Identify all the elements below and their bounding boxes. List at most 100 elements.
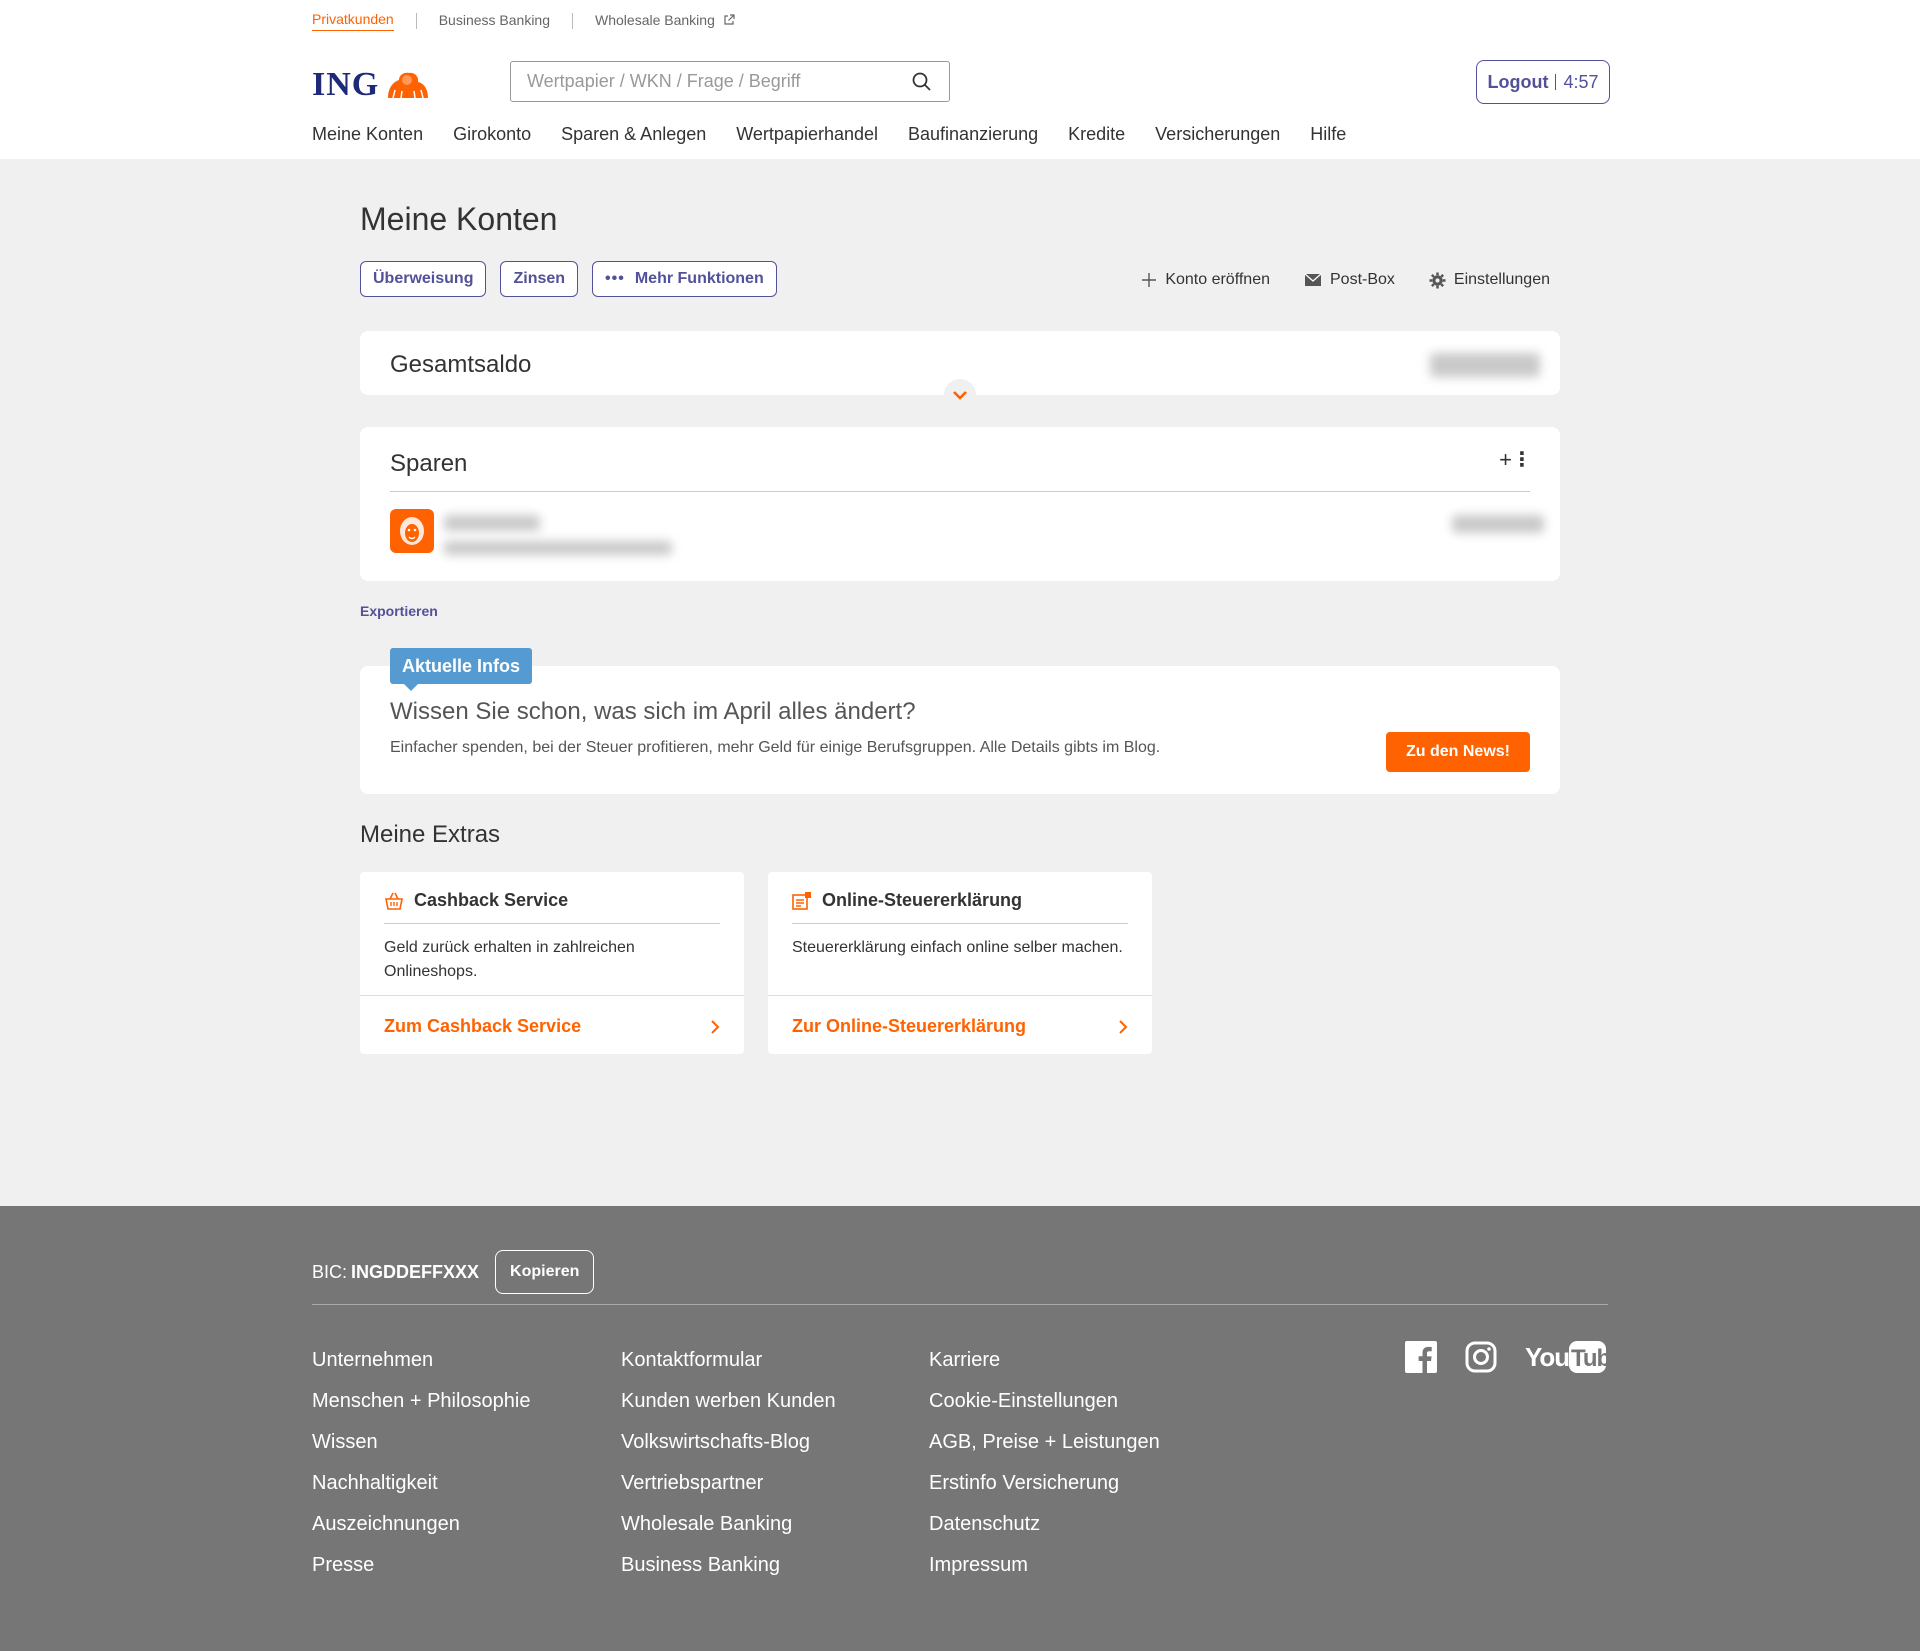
footer: BIC: INGDDEFFXXX Kopieren Unternehmen Me… [0, 1206, 1920, 1651]
postbox-label: Post-Box [1330, 271, 1395, 288]
search-box[interactable] [510, 61, 950, 102]
nav-versicherungen[interactable]: Versicherungen [1155, 124, 1280, 145]
expand-total-button[interactable] [944, 379, 976, 411]
footer-link-wissen[interactable]: Wissen [312, 1422, 530, 1463]
footer-link-datenschutz[interactable]: Datenschutz [929, 1504, 1160, 1545]
footer-link-erstinfo-versicherung[interactable]: Erstinfo Versicherung [929, 1463, 1160, 1504]
news-headline: Wissen Sie schon, was sich im April alle… [390, 698, 916, 725]
search-icon[interactable] [911, 71, 933, 93]
footer-link-presse[interactable]: Presse [312, 1545, 530, 1586]
search-input[interactable] [527, 71, 911, 92]
tax-document-icon [792, 891, 811, 910]
open-account-link[interactable]: Konto eröffnen [1141, 271, 1270, 289]
footer-link-karriere[interactable]: Karriere [929, 1340, 1160, 1381]
interest-button[interactable]: Zinsen [500, 261, 579, 297]
news-tag: Aktuelle Infos [390, 648, 533, 691]
footer-link-kontaktformular[interactable]: Kontaktformular [621, 1340, 836, 1381]
cashback-title-row: Cashback Service [384, 890, 568, 911]
transfer-button[interactable]: Überweisung [360, 261, 487, 297]
footer-column-1: Unternehmen Menschen + Philosophie Wisse… [312, 1340, 530, 1586]
cashback-card: Cashback Service Geld zurück erhalten in… [360, 872, 744, 1054]
youtube-icon[interactable]: You Tube [1525, 1340, 1607, 1374]
segment-separator [572, 13, 574, 29]
copy-bic-label: Kopieren [510, 1263, 580, 1280]
envelope-icon [1304, 273, 1322, 286]
interest-label: Zinsen [513, 270, 566, 287]
footer-link-auszeichnungen[interactable]: Auszeichnungen [312, 1504, 530, 1545]
cashback-title: Cashback Service [414, 890, 569, 910]
bic-value: INGDDEFFXXX [351, 1261, 480, 1282]
transfer-label: Überweisung [373, 270, 474, 287]
account-lion-icon [390, 509, 434, 553]
footer-link-business-banking[interactable]: Business Banking [621, 1545, 836, 1586]
total-balance-amount-hidden [1430, 353, 1540, 377]
chevron-right-icon [1119, 1019, 1128, 1034]
nav-baufinanzierung[interactable]: Baufinanzierung [908, 124, 1038, 145]
nav-hilfe[interactable]: Hilfe [1310, 124, 1346, 145]
more-dots-icon: ••• [605, 270, 625, 287]
more-functions-button[interactable]: ••• Mehr Funktionen [592, 261, 777, 297]
nav-meine-konten[interactable]: Meine Konten [312, 124, 423, 145]
extras-title: Meine Extras [360, 821, 501, 848]
footer-column-2: Kontaktformular Kunden werben Kunden Vol… [621, 1340, 836, 1586]
footer-link-cookie-einstellungen[interactable]: Cookie-Einstellungen [929, 1381, 1160, 1422]
tax-divider [792, 923, 1128, 924]
footer-link-menschen-philosophie[interactable]: Menschen + Philosophie [312, 1381, 530, 1422]
account-balance-hidden [1452, 515, 1544, 533]
add-savings-button[interactable]: + [1499, 447, 1512, 473]
facebook-icon[interactable] [1405, 1341, 1437, 1373]
segment-business-banking[interactable]: Business Banking [439, 12, 550, 31]
footer-link-unternehmen[interactable]: Unternehmen [312, 1340, 530, 1381]
tax-footer-divider [768, 995, 1152, 996]
settings-link[interactable]: Einstellungen [1429, 271, 1550, 289]
tax-title-row: Online-Steuererklärung [792, 890, 1022, 911]
news-button[interactable]: Zu den News! [1385, 732, 1530, 772]
cashback-footer-divider [360, 995, 744, 996]
nav-girokonto[interactable]: Girokonto [453, 124, 531, 145]
cashback-description: Geld zurück erhalten in zahlreichen Onli… [384, 939, 635, 980]
postbox-link[interactable]: Post-Box [1304, 271, 1395, 289]
logout-button[interactable]: Logout 4:57 [1476, 60, 1610, 104]
export-link[interactable]: Exportieren [360, 603, 438, 619]
savings-menu-icon[interactable]: ⋮ [1512, 447, 1532, 472]
nav-kredite[interactable]: Kredite [1068, 124, 1125, 145]
plus-icon [1142, 273, 1157, 287]
segment-wholesale-banking[interactable]: Wholesale Banking [595, 12, 735, 31]
logout-divider [1555, 74, 1557, 90]
footer-link-volkswirtschafts-blog[interactable]: Volkswirtschafts-Blog [621, 1422, 836, 1463]
account-name-hidden [444, 515, 540, 531]
cashback-link[interactable]: Zum Cashback Service [384, 1016, 720, 1037]
nav-sparen-anlegen[interactable]: Sparen & Anlegen [561, 124, 706, 145]
lion-face-icon [400, 517, 424, 545]
footer-link-vertriebspartner[interactable]: Vertriebspartner [621, 1463, 836, 1504]
footer-link-impressum[interactable]: Impressum [929, 1545, 1160, 1586]
total-balance-label: Gesamtsaldo [390, 351, 532, 378]
nav-wertpapierhandel[interactable]: Wertpapierhandel [736, 124, 878, 145]
svg-text:Tube: Tube [1571, 1345, 1607, 1372]
footer-column-3: Karriere Cookie-Einstellungen AGB, Preis… [929, 1340, 1160, 1586]
svg-text:You: You [1525, 1342, 1569, 1372]
bic-label: BIC: [312, 1261, 348, 1282]
ing-logo[interactable]: ING [312, 66, 431, 104]
news-text: Einfacher spenden, bei der Steuer profit… [390, 739, 1161, 756]
social-links: You Tube [1405, 1340, 1635, 1374]
footer-link-nachhaltigkeit[interactable]: Nachhaltigkeit [312, 1463, 530, 1504]
segment-privatkunden[interactable]: Privatkunden [312, 11, 394, 31]
footer-link-wholesale-banking[interactable]: Wholesale Banking [621, 1504, 836, 1545]
savings-label: Sparen [390, 450, 468, 477]
copy-bic-button[interactable]: Kopieren [495, 1250, 595, 1294]
instagram-icon[interactable] [1465, 1341, 1497, 1373]
tax-link[interactable]: Zur Online-Steuererklärung [792, 1016, 1128, 1037]
chevron-down-icon [953, 391, 967, 400]
footer-link-kunden-werben-kunden[interactable]: Kunden werben Kunden [621, 1381, 836, 1422]
external-link-icon [724, 13, 735, 25]
tax-link-label: Zur Online-Steuererklärung [792, 1016, 1027, 1036]
header: Privatkunden Business Banking Wholesale … [0, 0, 1920, 159]
cashback-link-label: Zum Cashback Service [384, 1016, 582, 1036]
footer-link-agb-preise[interactable]: AGB, Preise + Leistungen [929, 1422, 1160, 1463]
logout-label: Logout [1487, 71, 1549, 92]
segment-separator [415, 13, 417, 29]
chevron-right-icon [711, 1019, 720, 1034]
news-button-label: Zu den News! [1405, 743, 1510, 760]
action-buttons: Überweisung Zinsen ••• Mehr Funktionen [360, 261, 791, 297]
